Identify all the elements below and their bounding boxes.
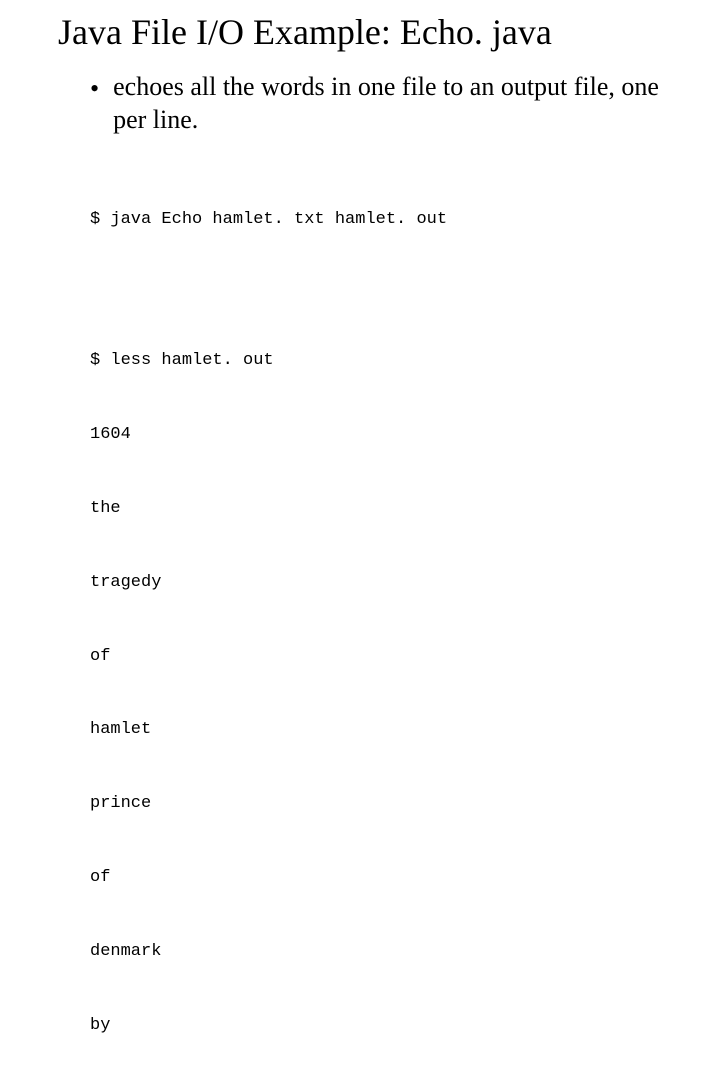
slide: Java File I/O Example: Echo. java • echo… bbox=[0, 0, 720, 1080]
bullet-item: • echoes all the words in one file to an… bbox=[90, 71, 680, 136]
code-blank-line bbox=[90, 282, 680, 300]
code-output-line: prince bbox=[90, 792, 680, 817]
code-output-line: of bbox=[90, 645, 680, 670]
code-output-line: tragedy bbox=[90, 571, 680, 596]
code-output-line: hamlet bbox=[90, 718, 680, 743]
code-output-line: denmark bbox=[90, 940, 680, 965]
code-block: $ java Echo hamlet. txt hamlet. out $ le… bbox=[90, 158, 680, 1080]
slide-title: Java File I/O Example: Echo. java bbox=[58, 12, 680, 53]
code-output-line: the bbox=[90, 497, 680, 522]
code-command-2: $ less hamlet. out bbox=[90, 349, 680, 374]
code-output-line: by bbox=[90, 1014, 680, 1039]
bullet-text: echoes all the words in one file to an o… bbox=[113, 71, 673, 136]
code-command-1: $ java Echo hamlet. txt hamlet. out bbox=[90, 208, 680, 233]
code-output-line: 1604 bbox=[90, 423, 680, 448]
bullet-dot-icon: • bbox=[90, 73, 99, 136]
code-output-line: of bbox=[90, 866, 680, 891]
